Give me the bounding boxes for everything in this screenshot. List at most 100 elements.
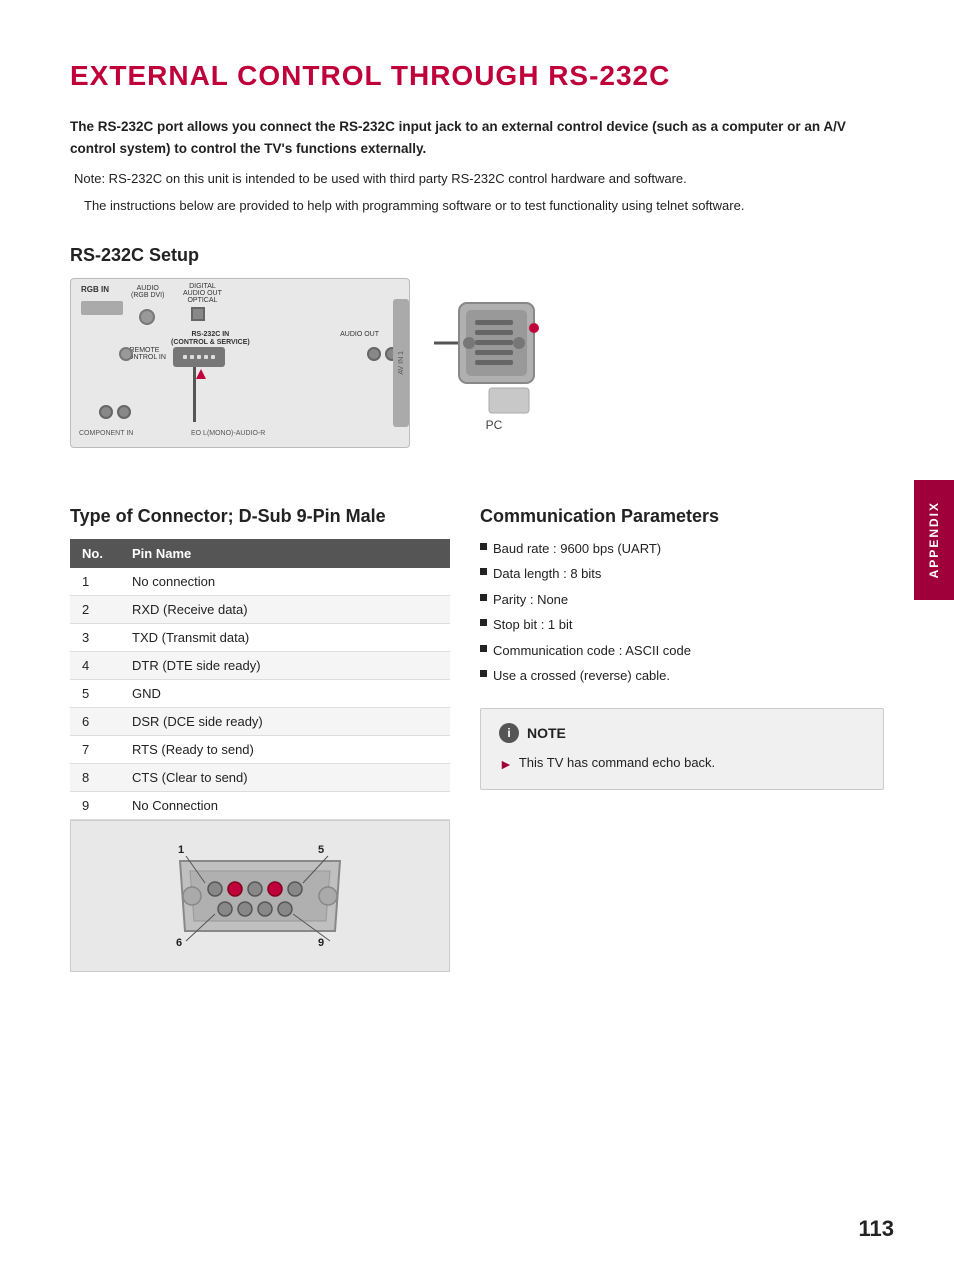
table-header-row: No. Pin Name: [70, 539, 450, 568]
comm-param-text: Parity : None: [493, 590, 568, 610]
note-section: Note: RS-232C on this unit is intended t…: [70, 169, 884, 217]
note-box-title: NOTE: [527, 725, 566, 741]
note-arrow-icon: ►: [499, 754, 513, 775]
setup-image-container: RGB IN AUDIO(RGB DVI) DIGITALAUDIO OUTOP…: [70, 278, 884, 448]
panel-av-bar: AV IN 1: [393, 299, 409, 427]
svg-text:1: 1: [178, 844, 184, 856]
note-row-1: Note: RS-232C on this unit is intended t…: [70, 169, 884, 196]
connector-table: No. Pin Name 1No connection2RXD (Receive…: [70, 539, 450, 820]
table-row: 6DSR (DCE side ready): [70, 707, 450, 735]
table-row: 5GND: [70, 679, 450, 707]
pc-connector-svg: [434, 288, 554, 418]
comm-param-item: Use a crossed (reverse) cable.: [480, 666, 884, 686]
pc-image-container: PC: [434, 288, 554, 432]
note-indent: The instructions below are provided to h…: [70, 196, 884, 217]
panel-bottom-label: COMPONENT IN: [79, 430, 133, 437]
comm-param-text: Use a crossed (reverse) cable.: [493, 666, 670, 686]
cell-pin: DTR (DTE side ready): [120, 651, 450, 679]
comm-param-item: Communication code : ASCII code: [480, 641, 884, 661]
panel-cable: [193, 367, 196, 422]
panel-av-text: AV IN 1: [398, 351, 405, 375]
cell-no: 7: [70, 735, 120, 763]
cell-no: 6: [70, 707, 120, 735]
panel-arrow: [196, 369, 206, 379]
col-pin-header: Pin Name: [120, 539, 450, 568]
appendix-label: APPENDIX: [927, 501, 941, 578]
cell-no: 9: [70, 791, 120, 819]
panel-rs232-label: RS-232C IN(CONTROL & SERVICE): [171, 331, 250, 348]
intro-paragraph: The RS-232C port allows you connect the …: [70, 116, 884, 159]
cell-pin: RXD (Receive data): [120, 595, 450, 623]
bullet-icon: [480, 619, 487, 626]
comm-param-item: Baud rate : 9600 bps (UART): [480, 539, 884, 559]
table-row: 8CTS (Clear to send): [70, 763, 450, 791]
panel-connector-optical: [191, 307, 205, 321]
comm-param-text: Communication code : ASCII code: [493, 641, 691, 661]
cell-pin: RTS (Ready to send): [120, 735, 450, 763]
note-box: i NOTE ► This TV has command echo back.: [480, 708, 884, 790]
bullet-icon: [480, 543, 487, 550]
table-row: 1No connection: [70, 568, 450, 596]
cell-no: 5: [70, 679, 120, 707]
page-title: EXTERNAL CONTROL THROUGH RS-232C: [70, 60, 884, 92]
cell-no: 3: [70, 623, 120, 651]
page: APPENDIX EXTERNAL CONTROL THROUGH RS-232…: [0, 0, 954, 1272]
appendix-bar: APPENDIX: [914, 480, 954, 600]
table-row: 9No Connection: [70, 791, 450, 819]
panel-r-connector: [117, 405, 131, 419]
comm-param-text: Baud rate : 9600 bps (UART): [493, 539, 661, 559]
table-row: 2RXD (Receive data): [70, 595, 450, 623]
panel-audio-out-label: AUDIO OUT: [340, 331, 379, 338]
tv-panel-image: RGB IN AUDIO(RGB DVI) DIGITALAUDIO OUTOP…: [70, 278, 410, 448]
bottom-columns: Type of Connector; D-Sub 9-Pin Male No. …: [70, 478, 884, 972]
svg-text:9: 9: [318, 937, 324, 949]
setup-section-heading: RS-232C Setup: [70, 245, 884, 266]
cell-no: 1: [70, 568, 120, 596]
panel-l-connector: [99, 405, 113, 419]
panel-audio-label: AUDIO(RGB DVI): [131, 285, 164, 299]
table-row: 3TXD (Transmit data): [70, 623, 450, 651]
note-line2: The instructions below are provided to h…: [84, 198, 744, 213]
svg-text:5: 5: [318, 844, 324, 856]
cell-no: 2: [70, 595, 120, 623]
comm-param-text: Data length : 8 bits: [493, 564, 601, 584]
comm-param-item: Parity : None: [480, 590, 884, 610]
cell-pin: No Connection: [120, 791, 450, 819]
note-box-header: i NOTE: [499, 723, 865, 743]
cell-pin: No connection: [120, 568, 450, 596]
comm-params-list: Baud rate : 9600 bps (UART) Data length :…: [480, 539, 884, 686]
panel-rs232-connector: [173, 347, 225, 367]
cell-no: 4: [70, 651, 120, 679]
comm-section-heading: Communication Parameters: [480, 506, 884, 527]
comm-param-item: Data length : 8 bits: [480, 564, 884, 584]
table-row: 4DTR (DTE side ready): [70, 651, 450, 679]
bullet-icon: [480, 670, 487, 677]
page-number: 113: [859, 1216, 895, 1242]
note-line1: Note: RS-232C on this unit is intended t…: [74, 169, 687, 190]
panel-connector-audio: [139, 309, 155, 325]
panel-rgb-label: RGB IN: [81, 285, 109, 294]
note-icon: i: [499, 723, 519, 743]
note-box-text: This TV has command echo back.: [519, 753, 715, 773]
sidebar: APPENDIX: [914, 0, 954, 1272]
dsub-diagram: 1 5 6 9: [70, 820, 450, 972]
cell-pin: DSR (DCE side ready): [120, 707, 450, 735]
table-row: 7RTS (Ready to send): [70, 735, 450, 763]
comm-param-text: Stop bit : 1 bit: [493, 615, 573, 635]
table-header: No. Pin Name: [70, 539, 450, 568]
bullet-icon: [480, 645, 487, 652]
svg-text:6: 6: [176, 937, 182, 949]
dsub-svg: 1 5 6 9: [160, 841, 360, 951]
pc-label: PC: [486, 418, 503, 432]
connector-section-heading: Type of Connector; D-Sub 9-Pin Male: [70, 506, 450, 527]
cell-pin: CTS (Clear to send): [120, 763, 450, 791]
panel-digital-label: DIGITALAUDIO OUTOPTICAL: [183, 283, 222, 304]
panel-bottom-label2: EO L(MONO)-AUDIO-R: [191, 430, 265, 437]
panel-connector-rgb: [81, 301, 123, 315]
connector-tbody: 1No connection2RXD (Receive data)3TXD (T…: [70, 568, 450, 820]
note-box-item: ► This TV has command echo back.: [499, 753, 865, 775]
cell-pin: GND: [120, 679, 450, 707]
bullet-icon: [480, 594, 487, 601]
right-column: Communication Parameters Baud rate : 960…: [480, 478, 884, 790]
panel-audio-out-left: [367, 347, 381, 361]
